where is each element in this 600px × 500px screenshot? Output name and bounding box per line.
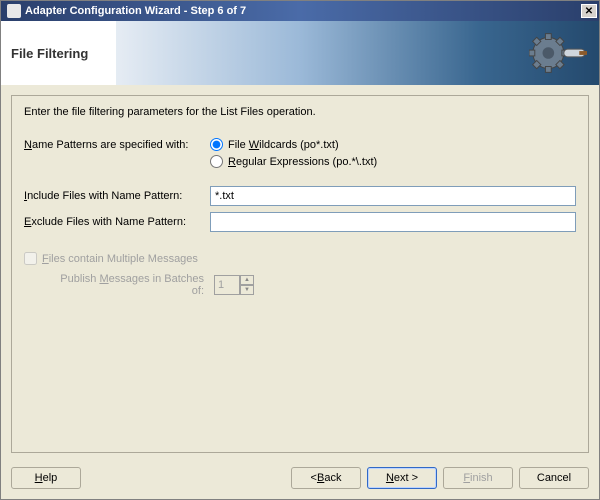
wizard-header: File Filtering — [1, 21, 599, 85]
main-panel: Enter the file filtering parameters for … — [11, 95, 589, 453]
next-button[interactable]: Next > — [367, 467, 437, 489]
batch-spinner: ▲ ▼ — [214, 275, 254, 295]
radio-file-wildcards[interactable]: File Wildcards (po*.txt) — [210, 138, 339, 151]
title-bar: Adapter Configuration Wizard - Step 6 of… — [1, 1, 599, 21]
radio-regex-input[interactable] — [210, 155, 223, 168]
multi-messages-checkbox — [24, 252, 37, 265]
wizard-window: Adapter Configuration Wizard - Step 6 of… — [0, 0, 600, 500]
radio-regex[interactable]: Regular Expressions (po.*\.txt) — [210, 155, 377, 168]
gear-plug-icon — [529, 31, 587, 75]
batch-input — [214, 275, 240, 295]
disabled-section: Files contain Multiple Messages Publish … — [24, 252, 576, 297]
button-bar: Help < Back Next > Finish Cancel — [1, 459, 599, 499]
include-pattern-input[interactable] — [210, 186, 576, 206]
spinner-up: ▲ — [240, 275, 254, 285]
exclude-pattern-label: Exclude Files with Name Pattern: — [24, 216, 210, 228]
back-button[interactable]: < Back — [291, 467, 361, 489]
close-icon: ✕ — [585, 6, 593, 17]
batch-label: Publish Messages in Batches of: — [48, 273, 210, 297]
finish-button: Finish — [443, 467, 513, 489]
multi-messages-label: Files contain Multiple Messages — [42, 253, 198, 265]
name-patterns-label: Name Patterns are specified with: — [24, 139, 210, 151]
window-title: Adapter Configuration Wizard - Step 6 of… — [25, 5, 246, 17]
page-title: File Filtering — [1, 21, 116, 85]
exclude-pattern-input[interactable] — [210, 212, 576, 232]
include-pattern-label: Include Files with Name Pattern: — [24, 190, 210, 202]
spinner-down: ▼ — [240, 285, 254, 295]
close-button[interactable]: ✕ — [581, 4, 597, 18]
instruction-text: Enter the file filtering parameters for … — [24, 106, 576, 118]
wizard-content: Enter the file filtering parameters for … — [1, 85, 599, 459]
app-icon — [7, 4, 21, 18]
help-button[interactable]: Help — [11, 467, 81, 489]
cancel-button[interactable]: Cancel — [519, 467, 589, 489]
radio-file-wildcards-input[interactable] — [210, 138, 223, 151]
